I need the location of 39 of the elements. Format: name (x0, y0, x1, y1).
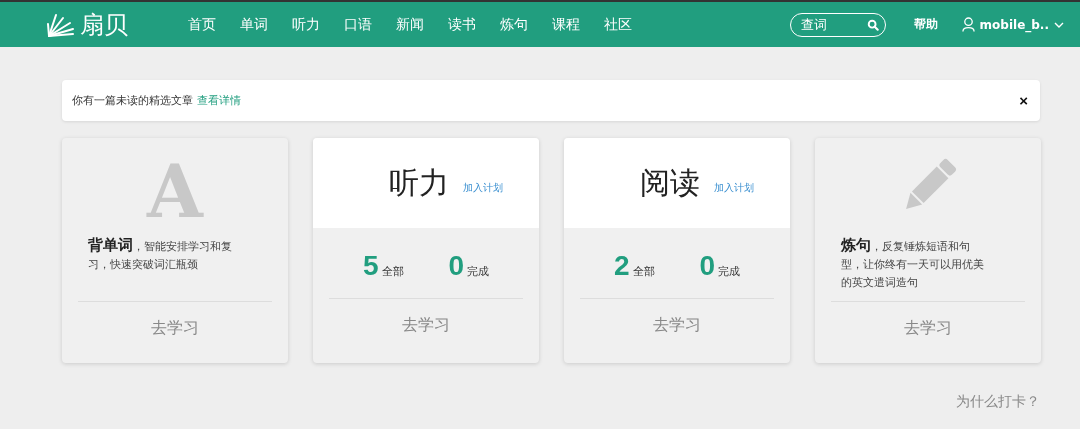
user-icon[interactable] (961, 17, 975, 32)
add-to-plan-link[interactable]: 加入计划 (463, 181, 503, 195)
add-to-plan-link[interactable]: 加入计划 (714, 181, 754, 195)
nav-link[interactable]: 新闻 (384, 15, 436, 34)
card-title: 听力 (389, 163, 449, 202)
nav-link[interactable]: 听力 (280, 15, 332, 34)
shell-logo-icon (46, 11, 76, 38)
count-label: 完成 (718, 264, 741, 279)
username-link[interactable]: mobile_b.. (979, 17, 1049, 32)
help-link[interactable]: 帮助 (913, 16, 938, 33)
nav-link[interactable]: 炼句 (488, 15, 540, 34)
nav-link[interactable]: 课程 (540, 15, 592, 34)
nav-link[interactable]: 首页 (176, 15, 228, 34)
card-description: 炼句，反复锤炼短语和句型，让你终有一天可以用优美的英文遣词造句 (841, 236, 985, 291)
logo-text[interactable]: 扇贝 (80, 8, 128, 41)
notice-text: 你有一篇未读的精选文章 查看详情 (72, 93, 241, 108)
chevron-down-icon[interactable] (1054, 21, 1064, 28)
search-icon[interactable] (866, 18, 879, 31)
search-field[interactable]: 查词 (789, 12, 886, 37)
start-learning-link[interactable]: 去学习 (62, 302, 288, 339)
start-learning-link[interactable]: 去学习 (313, 299, 539, 336)
why-check-in-link[interactable]: 为什么打卡？ (956, 393, 1040, 411)
count-label: 全部 (632, 264, 655, 279)
count-label: 完成 (467, 264, 490, 279)
close-button[interactable]: × (1019, 92, 1028, 109)
count-number: 2 (613, 250, 630, 282)
count-number: 5 (362, 250, 379, 282)
details-link[interactable]: 查看详情 (196, 94, 241, 107)
card-description: 背单词，智能安排学习和复习，快速突破词汇瓶颈 (88, 236, 232, 273)
start-learning-link[interactable]: 去学习 (564, 299, 790, 336)
nav-link[interactable]: 单词 (228, 15, 280, 34)
nav-link[interactable]: 社区 (592, 15, 644, 34)
nav-link[interactable]: 读书 (436, 15, 488, 34)
count-number: 0 (448, 250, 465, 282)
nav-link[interactable]: 口语 (332, 15, 384, 34)
start-learning-link[interactable]: 去学习 (815, 302, 1041, 339)
count-label: 全部 (381, 264, 404, 279)
card-title: 阅读 (640, 163, 700, 202)
count-number: 0 (699, 250, 716, 282)
